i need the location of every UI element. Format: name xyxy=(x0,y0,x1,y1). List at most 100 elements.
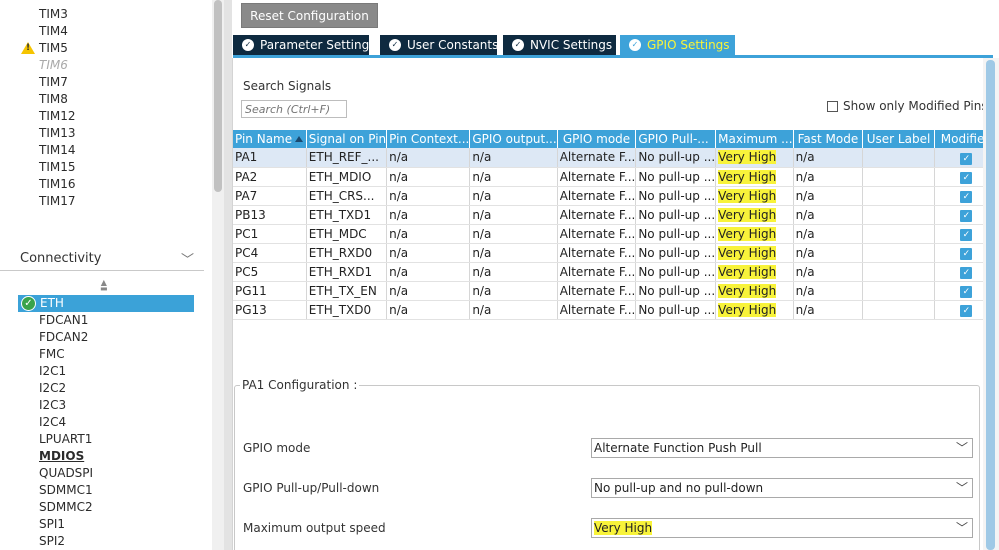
tree-item-lpuart1[interactable]: LPUART1 xyxy=(39,431,92,448)
modified-checkbox[interactable]: ✓ xyxy=(960,267,973,279)
modified-checkbox[interactable]: ✓ xyxy=(960,152,973,165)
cell-gpio-mode: Alternate F... xyxy=(557,205,637,225)
table-row[interactable]: PA2 ETH_MDIO n/a n/a Alternate F... No pull-u… xyxy=(233,167,999,187)
tree-item-tim12[interactable]: TIM12 xyxy=(39,108,76,125)
column-header-gpio-mode[interactable]: GPIO mode xyxy=(557,130,637,148)
panel-splitter[interactable] xyxy=(224,0,232,550)
cell-fast-mode: n/a xyxy=(793,243,864,263)
connectivity-label: Connectivity xyxy=(20,251,102,266)
reset-configuration-button[interactable]: Reset Configuration xyxy=(241,3,378,28)
tree-item-mdios[interactable]: MDIOS xyxy=(39,448,84,465)
cell-gpio-pull: No pull-up ... xyxy=(635,186,717,206)
modified-checkbox[interactable]: ✓ xyxy=(960,191,973,203)
cell-pin-context: n/a xyxy=(386,262,471,282)
show-only-modified-label[interactable]: Show only Modified Pins xyxy=(843,99,988,113)
main-scrollbar-thumb[interactable] xyxy=(986,60,995,550)
main-scrollbar[interactable] xyxy=(983,58,999,550)
column-header-fast-mode[interactable]: Fast Mode xyxy=(793,130,864,148)
cell-max-speed: Very High xyxy=(715,262,794,282)
tree-item-fdcan1[interactable]: FDCAN1 xyxy=(39,312,88,329)
cell-fast-mode: n/a xyxy=(793,300,864,320)
tab-gpio-settings[interactable]: ✓ GPIO Settings xyxy=(620,35,735,55)
column-header-user-label[interactable]: User Label xyxy=(862,130,935,148)
tree-item-i2c1[interactable]: I2C1 xyxy=(39,363,66,380)
chevron-down-icon: ﹀ xyxy=(955,521,968,535)
table-row[interactable]: PB13 ETH_TXD1 n/a n/a Alternate F... No pull-… xyxy=(233,205,999,225)
tab-label: NVIC Settings xyxy=(530,38,613,52)
tree-item-eth[interactable]: ✓ ETH xyxy=(18,295,194,312)
tab-user-constants[interactable]: ✓ User Constants xyxy=(380,35,498,55)
tree-item-i2c3[interactable]: I2C3 xyxy=(39,397,66,414)
table-row[interactable]: PC5 ETH_RXD1 n/a n/a Alternate F... No pull-u… xyxy=(233,262,999,282)
tree-item-spi1[interactable]: SPI1 xyxy=(39,516,65,533)
cell-signal: ETH_REF_... xyxy=(306,148,388,168)
modified-checkbox[interactable]: ✓ xyxy=(960,248,973,260)
cell-signal: ETH_TXD1 xyxy=(306,205,388,225)
table-row[interactable]: PC4 ETH_RXD0 n/a n/a Alternate F... No pull-u… xyxy=(233,243,999,263)
show-only-modified-checkbox[interactable] xyxy=(827,101,838,112)
max-speed-value: Very High xyxy=(718,188,777,203)
gpio-mode-select[interactable]: Alternate Function Push Pull ﹀ xyxy=(591,438,973,458)
tab-parameter-settings[interactable]: ✓ Parameter Settings xyxy=(233,35,375,55)
gpio-mode-value: Alternate Function Push Pull xyxy=(594,441,762,455)
connectivity-category-header[interactable]: Connectivity ﹀ xyxy=(0,247,204,271)
tree-item-tim16[interactable]: TIM16 xyxy=(39,176,76,193)
search-signals-input[interactable] xyxy=(241,100,347,118)
table-row[interactable]: PA1 ETH_REF_... n/a n/a Alternate F... No pul… xyxy=(233,148,999,168)
cell-gpio-output: n/a xyxy=(469,224,558,244)
cell-gpio-pull: No pull-up ... xyxy=(635,205,717,225)
tree-item-tim3[interactable]: TIM3 xyxy=(39,6,68,23)
sort-order-icon[interactable]: ▲ ▬ xyxy=(100,279,108,293)
tree-item-tim6[interactable]: TIM6 xyxy=(39,57,68,74)
tree-item-i2c2[interactable]: I2C2 xyxy=(39,380,66,397)
max-output-speed-select[interactable]: Very High ﹀ xyxy=(591,518,973,538)
column-header-pin-context[interactable]: Pin Context... xyxy=(386,130,471,148)
tab-nvic-settings[interactable]: ✓ NVIC Settings xyxy=(503,35,616,55)
modified-checkbox[interactable]: ✓ xyxy=(960,229,973,241)
tree-item-sdmmc2[interactable]: SDMMC2 xyxy=(39,499,93,516)
column-header-signal[interactable]: Signal on Pin xyxy=(306,130,388,148)
modified-checkbox[interactable]: ✓ xyxy=(960,286,973,298)
column-header-max-speed[interactable]: Maximum ... xyxy=(715,130,794,148)
max-output-speed-value: Very High xyxy=(594,521,653,535)
column-header-gpio-output[interactable]: GPIO output... xyxy=(469,130,558,148)
gpio-pull-select[interactable]: No pull-up and no pull-down ﹀ xyxy=(591,478,973,498)
table-row[interactable]: PG13 ETH_TXD0 n/a n/a Alternate F... No pull-… xyxy=(233,300,999,320)
tree-item-tim13[interactable]: TIM13 xyxy=(39,125,76,142)
modified-checkbox[interactable]: ✓ xyxy=(960,172,973,184)
sidebar-scrollbar-thumb[interactable] xyxy=(214,0,222,192)
tree-item-i2c4[interactable]: I2C4 xyxy=(39,414,66,431)
tree-item-tim8[interactable]: TIM8 xyxy=(39,91,68,108)
cell-user-label xyxy=(862,167,935,187)
tree-item-tim5[interactable]: TIM5 xyxy=(39,40,68,57)
modified-checkbox[interactable]: ✓ xyxy=(960,305,973,317)
cell-pin-context: n/a xyxy=(386,243,471,263)
column-header-pin-name[interactable]: Pin Name xyxy=(233,130,307,148)
cell-gpio-pull: No pull-up ... xyxy=(635,262,717,282)
tree-item-tim17[interactable]: TIM17 xyxy=(39,193,76,210)
tree-item-tim7[interactable]: TIM7 xyxy=(39,74,68,91)
tree-item-fdcan2[interactable]: FDCAN2 xyxy=(39,329,88,346)
modified-checkbox[interactable]: ✓ xyxy=(960,210,973,222)
table-row[interactable]: PG11 ETH_TX_EN n/a n/a Alternate F... No pull… xyxy=(233,281,999,301)
tree-item-fmc[interactable]: FMC xyxy=(39,346,65,363)
table-row[interactable]: PC1 ETH_MDC n/a n/a Alternate F... No pull-up… xyxy=(233,224,999,244)
check-circle-icon: ✓ xyxy=(21,296,36,311)
chevron-down-icon: ﹀ xyxy=(955,481,968,495)
sidebar-scrollbar[interactable] xyxy=(212,0,224,550)
table-row[interactable]: PA7 ETH_CRS... n/a n/a Alternate F... No pull… xyxy=(233,186,999,206)
search-signals-label: Search Signals xyxy=(243,79,332,93)
cell-pin-name: PA7 xyxy=(233,186,307,206)
table-header-row: Pin Name Signal on Pin Pin Context... GP… xyxy=(233,130,999,148)
tree-item-tim15[interactable]: TIM15 xyxy=(39,159,76,176)
tree-item-tim14[interactable]: TIM14 xyxy=(39,142,76,159)
tree-item-spi2[interactable]: SPI2 xyxy=(39,533,65,550)
cell-gpio-mode: Alternate F... xyxy=(557,300,637,320)
column-header-gpio-pull[interactable]: GPIO Pull-... xyxy=(635,130,717,148)
tree-item-tim4[interactable]: TIM4 xyxy=(39,23,68,40)
cell-pin-context: n/a xyxy=(386,281,471,301)
gpio-mode-label: GPIO mode xyxy=(243,441,311,455)
cell-gpio-output: n/a xyxy=(469,281,558,301)
tree-item-sdmmc1[interactable]: SDMMC1 xyxy=(39,482,93,499)
tree-item-quadspi[interactable]: QUADSPI xyxy=(39,465,93,482)
